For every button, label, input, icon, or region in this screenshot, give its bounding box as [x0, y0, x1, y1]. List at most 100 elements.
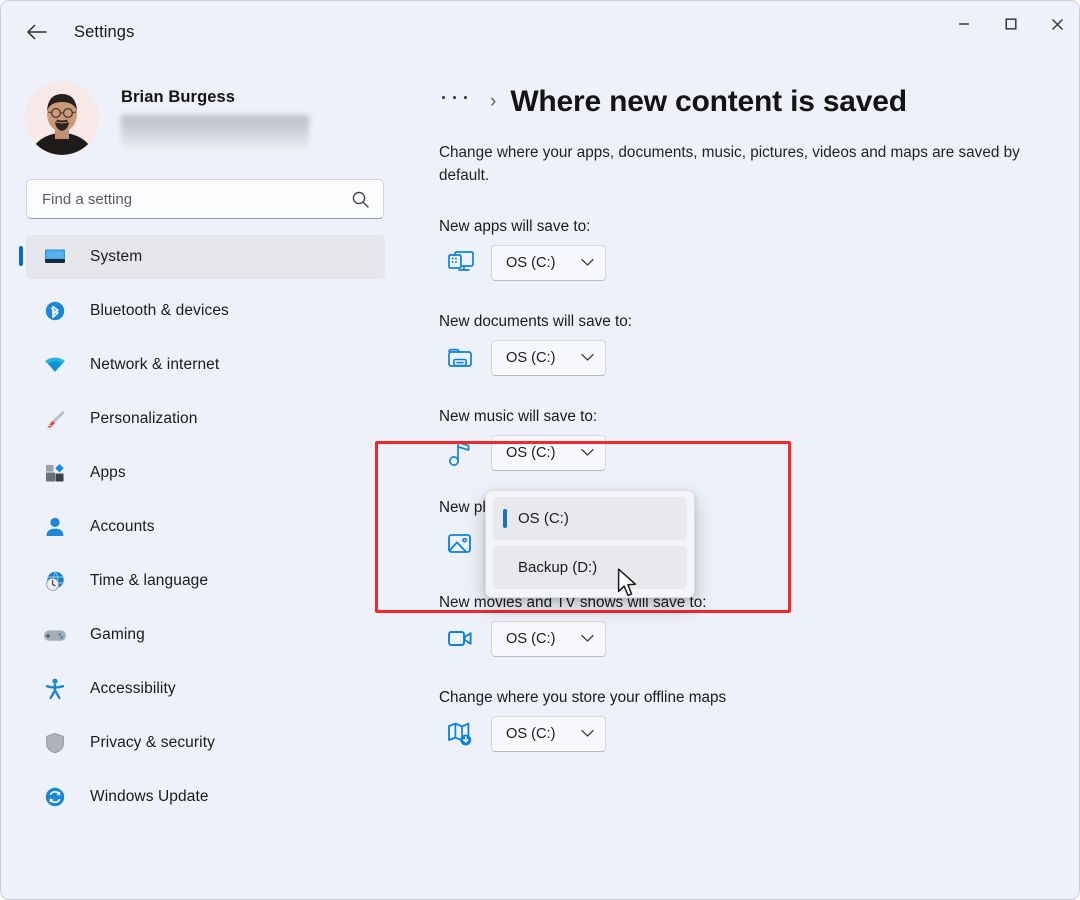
sidebar-item-system[interactable]: System [26, 235, 385, 279]
dropdown-value: OS (C:) [506, 726, 555, 742]
setting-row: OS (C:) [439, 245, 1080, 281]
account-text: Brian Burgess [121, 88, 309, 148]
dropdown-value: OS (C:) [506, 350, 555, 366]
page-description: Change where your apps, documents, music… [439, 141, 1039, 188]
sidebar-item-accessibility[interactable]: Accessibility [26, 667, 385, 711]
accessibility-icon [42, 677, 68, 701]
avatar-photo [25, 81, 99, 155]
setting-row: OS (C:) [439, 340, 1080, 376]
dropdown-value: OS (C:) [506, 255, 555, 271]
window-title: Settings [74, 23, 134, 42]
setting-label: New documents will save to: [439, 313, 1080, 331]
dropdown-option-os-c[interactable]: OS (C:) [493, 497, 687, 540]
setting-group-apps: New apps will save to: OS (C:) [439, 218, 1080, 281]
sidebar-nav: System Bluetooth & devices [1, 235, 401, 819]
sidebar-item-apps[interactable]: Apps [26, 451, 385, 495]
sidebar-item-label: System [90, 248, 142, 266]
setting-group-offline-maps: Change where you store your offline maps… [439, 689, 1080, 752]
music-note-icon [447, 438, 491, 468]
music-save-location-dropdown[interactable]: OS (C:) [491, 435, 606, 471]
music-save-location-dropdown-menu[interactable]: OS (C:) Backup (D:) [485, 490, 695, 598]
chevron-down-icon [581, 634, 594, 643]
dropdown-value: OS (C:) [506, 631, 555, 647]
wifi-icon [42, 353, 68, 377]
sidebar-item-accounts[interactable]: Accounts [26, 505, 385, 549]
search-box[interactable] [26, 179, 384, 219]
paintbrush-icon [42, 407, 68, 431]
setting-group-documents: New documents will save to: OS (C:) [439, 313, 1080, 376]
back-arrow-icon [26, 23, 48, 41]
sidebar-item-label: Time & language [90, 572, 208, 590]
search-input[interactable] [42, 191, 351, 208]
sidebar-item-label: Windows Update [90, 788, 209, 806]
sidebar-item-time-language[interactable]: Time & language [26, 559, 385, 603]
video-camera-icon [447, 628, 491, 650]
person-icon [42, 515, 68, 539]
chevron-down-icon [581, 353, 594, 362]
maximize-button[interactable] [987, 1, 1034, 47]
setting-row: OS (C:) [439, 716, 1080, 752]
dropdown-option-backup-d[interactable]: Backup (D:) [493, 546, 687, 589]
apps-save-location-dropdown[interactable]: OS (C:) [491, 245, 606, 281]
maps-save-location-dropdown[interactable]: OS (C:) [491, 716, 606, 752]
setting-group-music: New music will save to: OS (C:) [439, 408, 1080, 471]
chevron-down-icon [581, 448, 594, 457]
sidebar-item-label: Apps [90, 464, 126, 482]
search-icon[interactable] [351, 190, 370, 209]
window-controls [940, 1, 1080, 47]
sidebar-item-label: Bluetooth & devices [90, 302, 229, 320]
sidebar: Brian Burgess System [1, 63, 401, 900]
dropdown-option-label: Backup (D:) [518, 559, 597, 576]
folder-icon [447, 346, 491, 370]
dropdown-value: OS (C:) [506, 445, 555, 461]
refresh-icon [42, 785, 68, 809]
map-download-icon [447, 721, 491, 747]
setting-label: New music will save to: [439, 408, 1080, 426]
maximize-icon [1004, 17, 1018, 31]
sidebar-item-personalization[interactable]: Personalization [26, 397, 385, 441]
sidebar-item-network-internet[interactable]: Network & internet [26, 343, 385, 387]
setting-label: New apps will save to: [439, 218, 1080, 236]
setting-row: OS (C:) [439, 435, 1080, 471]
apps-icon [42, 461, 68, 485]
main-content: ··· › Where new content is saved Change … [401, 63, 1080, 900]
shield-icon [42, 731, 68, 755]
setting-group-movies-tv: New movies and TV shows will save to: OS… [439, 594, 1080, 657]
sidebar-item-bluetooth-devices[interactable]: Bluetooth & devices [26, 289, 385, 333]
app-window-icon [447, 250, 491, 276]
title-bar: Settings [1, 1, 1080, 63]
close-icon [1050, 17, 1065, 32]
movies-save-location-dropdown[interactable]: OS (C:) [491, 621, 606, 657]
minimize-button[interactable] [940, 1, 987, 47]
close-button[interactable] [1034, 1, 1080, 47]
chevron-down-icon [581, 258, 594, 267]
settings-window: Settings [0, 0, 1080, 900]
breadcrumb-separator-icon: › [490, 91, 496, 113]
page-title: Where new content is saved [510, 85, 907, 119]
bluetooth-icon [42, 299, 68, 323]
clock-globe-icon [42, 569, 68, 593]
chevron-down-icon [581, 729, 594, 738]
back-button[interactable] [20, 15, 54, 49]
documents-save-location-dropdown[interactable]: OS (C:) [491, 340, 606, 376]
breadcrumb-overflow-button[interactable]: ··· [439, 89, 472, 115]
sidebar-item-label: Gaming [90, 626, 145, 644]
dropdown-option-label: OS (C:) [518, 510, 569, 527]
sidebar-item-label: Network & internet [90, 356, 219, 374]
sidebar-item-privacy-security[interactable]: Privacy & security [26, 721, 385, 765]
gamepad-icon [42, 623, 68, 647]
sidebar-item-gaming[interactable]: Gaming [26, 613, 385, 657]
setting-row: OS (C:) [439, 621, 1080, 657]
sidebar-item-windows-update[interactable]: Windows Update [26, 775, 385, 819]
sidebar-item-label: Accessibility [90, 680, 176, 698]
monitor-icon [42, 245, 68, 269]
avatar [25, 81, 99, 155]
account-name: Brian Burgess [121, 88, 309, 107]
account-card[interactable]: Brian Burgess [1, 63, 401, 159]
setting-label: Change where you store your offline maps [439, 689, 1080, 707]
minimize-icon [957, 17, 971, 31]
sidebar-item-label: Accounts [90, 518, 155, 536]
sidebar-item-label: Privacy & security [90, 734, 215, 752]
sidebar-item-label: Personalization [90, 410, 197, 428]
account-email-blurred [121, 115, 309, 148]
